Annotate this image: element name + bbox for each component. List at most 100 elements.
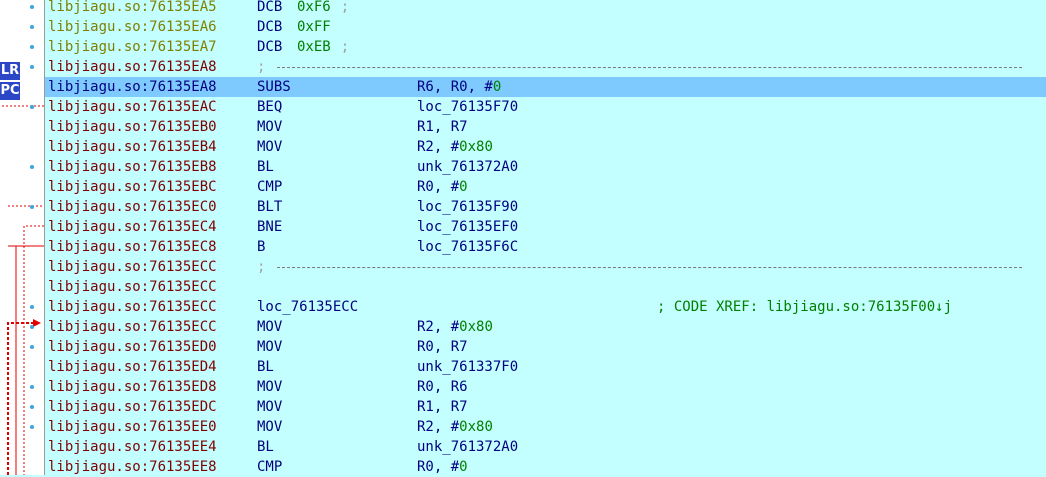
listing-row[interactable]: libjiagu.so:76135EB4 MOV R2, #0x80 (45, 137, 1046, 157)
address-label[interactable]: libjiagu.so:76135ECC (48, 317, 217, 337)
address-label[interactable]: libjiagu.so:76135EC4 (48, 217, 217, 237)
operand[interactable]: loc_76135F6C (417, 237, 518, 257)
listing-row[interactable]: libjiagu.so:76135EE4 BL unk_761372A0 (45, 437, 1046, 457)
mnemonic: MOV (257, 339, 283, 355)
breakpoint-dot-icon[interactable] (30, 305, 34, 309)
listing-row[interactable]: libjiagu.so:76135ECC; (45, 257, 1046, 277)
breakpoint-dot-icon[interactable] (30, 25, 34, 29)
operand[interactable]: R0, #0 (417, 457, 468, 477)
address-label[interactable]: libjiagu.so:76135ED8 (48, 377, 217, 397)
address-label[interactable]: libjiagu.so:76135EBC (48, 177, 217, 197)
operand[interactable]: R0, #0 (417, 177, 468, 197)
address-label[interactable]: libjiagu.so:76135EB8 (48, 157, 217, 177)
listing-row[interactable]: libjiagu.so:76135EC8 Bloc_76135F6C (45, 237, 1046, 257)
breakpoint-dot-icon[interactable] (30, 385, 34, 389)
operand[interactable]: loc_76135F70 (417, 97, 518, 117)
listing-row[interactable]: libjiagu.so:76135EC0 BLT loc_76135F90 (30, 197, 1046, 217)
immediate-value: 0 (492, 79, 502, 95)
address-label[interactable]: libjiagu.so:76135EC8 (48, 237, 217, 257)
mnemonic: MOV (257, 119, 283, 135)
breakpoint-dot-icon[interactable] (30, 325, 34, 329)
address-label[interactable]: libjiagu.so:76135EA8 (48, 57, 217, 77)
listing-row[interactable]: libjiagu.so:76135EA7 DCB 0xEB; (30, 37, 1046, 57)
listing-row[interactable]: libjiagu.so:76135ECC (45, 277, 1046, 297)
operand[interactable]: R6, R0, #0 (417, 77, 501, 97)
operand[interactable]: R1, R7 (417, 117, 468, 137)
listing-row[interactable]: libjiagu.so:76135EB0 MOV R1, R7 (45, 117, 1046, 137)
operand-text: R1, R7 (417, 399, 468, 415)
listing-row[interactable]: libjiagu.so:76135ED0 MOV R0, R7 (30, 337, 1046, 357)
breakpoint-dot-icon[interactable] (30, 405, 34, 409)
address-label[interactable]: libjiagu.so:76135ECC (48, 257, 217, 277)
listing-row[interactable]: libjiagu.so:76135ECC MOV R2, #0x80 (30, 317, 1046, 337)
operand[interactable]: R2, #0x80 (417, 417, 493, 437)
mnemonic: MOV (257, 379, 283, 395)
address-label[interactable]: libjiagu.so:76135EA6 (48, 17, 217, 37)
listing-row[interactable]: libjiagu.so:76135EAC BEQ loc_76135F70 (30, 97, 1046, 117)
address-label[interactable]: libjiagu.so:76135EE8 (48, 457, 217, 477)
address-label[interactable]: libjiagu.so:76135EAC (48, 97, 217, 117)
address-label[interactable]: libjiagu.so:76135EB4 (48, 137, 217, 157)
operand[interactable]: R0, R7 (417, 337, 468, 357)
mnemonic: BEQ (257, 99, 283, 115)
listing-row[interactable]: libjiagu.so:76135EA8; (30, 57, 1046, 77)
breakpoint-dot-icon[interactable] (30, 205, 34, 209)
listing-row[interactable]: libjiagu.so:76135EDC MOV R1, R7 (30, 397, 1046, 417)
listing-row[interactable]: libjiagu.so:76135EC4 BNE loc_76135EF0 (45, 217, 1046, 237)
listing-row[interactable]: libjiagu.so:76135ECC loc_76135ECC ; CODE X… (30, 297, 1046, 317)
breakpoint-dot-icon[interactable] (30, 105, 34, 109)
listing-row[interactable]: libjiagu.so:76135ED8 MOV R0, R6 (30, 377, 1046, 397)
address-label[interactable]: libjiagu.so:76135EE4 (48, 437, 217, 457)
operand[interactable]: R2, #0x80 (417, 317, 493, 337)
operand-text: R0, R6 (417, 379, 468, 395)
address-label[interactable]: libjiagu.so:76135ECC (48, 297, 217, 317)
listing-row[interactable]: libjiagu.so:76135ED4 BL unk_761337F0 (45, 357, 1046, 377)
operand[interactable]: unk_761337F0 (417, 357, 518, 377)
breakpoint-dot-icon[interactable] (30, 165, 34, 169)
operand[interactable]: 0xF6; (297, 0, 349, 17)
operand[interactable]: loc_76135EF0 (417, 217, 518, 237)
operand[interactable]: 0xEB; (297, 37, 349, 57)
listing-row[interactable]: libjiagu.so:76135EA6 DCB 0xFF (30, 17, 1046, 37)
code-label[interactable]: loc_76135ECC (257, 297, 358, 317)
current-instruction-row[interactable]: libjiagu.so:76135EA8 SUBS R6, R0, #0 (45, 77, 1046, 97)
address-label[interactable]: libjiagu.so:76135EA7 (48, 37, 217, 57)
listing-row[interactable]: libjiagu.so:76135EE8 CMP R0, #0 (45, 457, 1046, 477)
operand-text: R2, # (417, 139, 460, 155)
operand[interactable]: 0xFF (297, 17, 331, 37)
breakpoint-dot-icon[interactable] (30, 45, 34, 49)
mnemonic: BL (257, 359, 274, 375)
operand-text: R0, # (417, 459, 460, 475)
disassembly-listing[interactable]: libjiagu.so:76135EA5 DCB 0xF6; libjiagu.so:… (30, 0, 1046, 477)
breakpoint-dot-icon[interactable] (30, 345, 34, 349)
mnemonic: BLT (257, 199, 283, 215)
operand-text: R1, R7 (417, 119, 468, 135)
immediate-value: 0x80 (459, 419, 493, 435)
address-label[interactable]: libjiagu.so:76135EA5 (48, 0, 217, 17)
address-label[interactable]: libjiagu.so:76135EA8 (48, 77, 217, 97)
operand[interactable]: R0, R6 (417, 377, 468, 397)
address-label[interactable]: libjiagu.so:76135EDC (48, 397, 217, 417)
breakpoint-dot-icon[interactable] (30, 5, 34, 9)
listing-row[interactable]: libjiagu.so:76135EE0 MOV R2, #0x80 (30, 417, 1046, 437)
mnemonic: MOV (257, 419, 283, 435)
address-label[interactable]: libjiagu.so:76135ED0 (48, 337, 217, 357)
listing-row[interactable]: libjiagu.so:76135EA5 DCB 0xF6; (30, 0, 1046, 17)
operand[interactable]: unk_761372A0 (417, 157, 518, 177)
listing-row[interactable]: libjiagu.so:76135EBC CMP R0, #0 (45, 177, 1046, 197)
address-label[interactable]: libjiagu.so:76135EC0 (48, 197, 217, 217)
address-label[interactable]: libjiagu.so:76135EE0 (48, 417, 217, 437)
operand[interactable]: R1, R7 (417, 397, 468, 417)
operand-text: R0, # (417, 179, 460, 195)
comment-marker: ; (257, 259, 266, 275)
operand[interactable]: unk_761372A0 (417, 437, 518, 457)
address-label[interactable]: libjiagu.so:76135ECC (48, 277, 217, 297)
address-label[interactable]: libjiagu.so:76135ED4 (48, 357, 217, 377)
operand[interactable]: loc_76135F90 (417, 197, 518, 217)
xref-comment[interactable]: ; CODE XREF: libjiagu.so:76135F00↓j (657, 297, 952, 317)
breakpoint-dot-icon[interactable] (30, 65, 34, 69)
address-label[interactable]: libjiagu.so:76135EB0 (48, 117, 217, 137)
listing-row[interactable]: libjiagu.so:76135EB8 BL unk_761372A0 (30, 157, 1046, 177)
operand[interactable]: R2, #0x80 (417, 137, 493, 157)
breakpoint-dot-icon[interactable] (30, 425, 34, 429)
